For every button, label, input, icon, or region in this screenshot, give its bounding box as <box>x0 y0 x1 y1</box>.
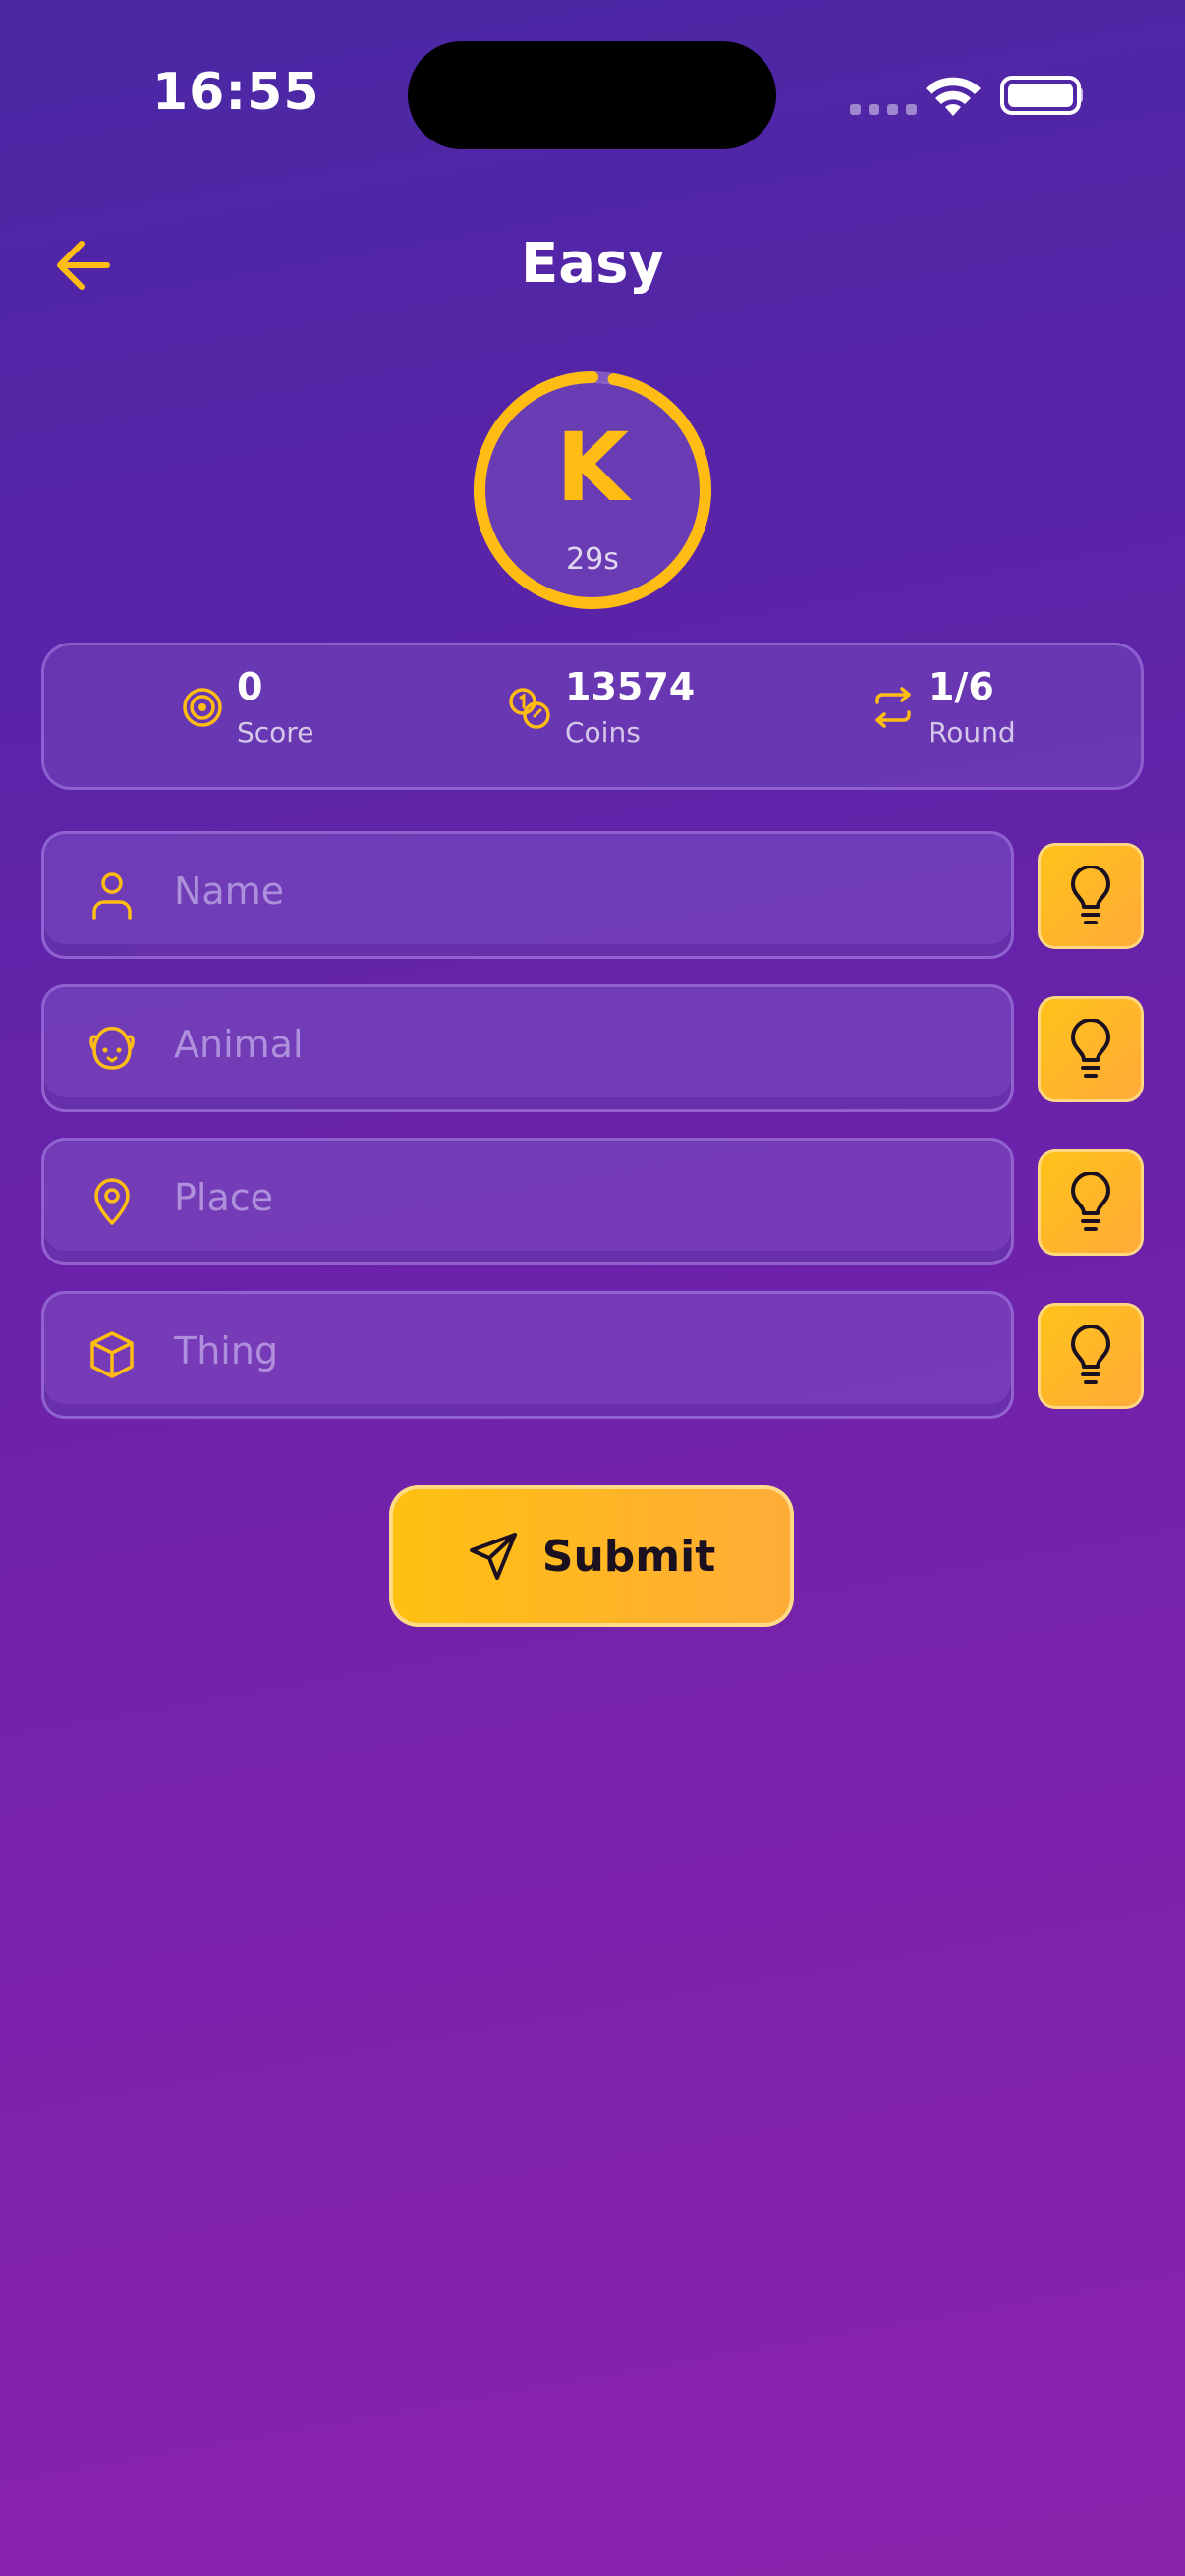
timer-seconds: 29s <box>566 542 619 577</box>
submit-button[interactable]: Submit <box>389 1485 794 1627</box>
repeat-icon <box>875 687 911 728</box>
target-icon <box>183 688 222 727</box>
page-title: Easy <box>521 232 664 296</box>
round-label: Round <box>929 715 1016 749</box>
animal-field[interactable] <box>41 984 1014 1112</box>
status-time: 16:55 <box>152 63 320 122</box>
coins-stat: 13574 Coins <box>508 665 696 749</box>
coins-icon <box>509 688 550 729</box>
box-icon <box>78 1320 146 1389</box>
score-label: Score <box>237 715 314 749</box>
coins-label: Coins <box>565 715 641 749</box>
submit-label: Submit <box>541 1531 716 1582</box>
round-stat: 1/6 Round <box>872 665 1016 749</box>
thing-hint-button[interactable] <box>1038 1303 1144 1409</box>
animal-hint-button[interactable] <box>1038 996 1144 1102</box>
animal-input[interactable] <box>172 1022 982 1067</box>
score-value: 0 <box>237 665 263 708</box>
name-field[interactable] <box>41 831 1014 959</box>
wifi-icon <box>926 77 981 116</box>
current-letter: K <box>555 413 630 523</box>
location-pin-icon <box>78 1167 146 1236</box>
battery-cap <box>1077 87 1083 103</box>
thing-field[interactable] <box>41 1291 1014 1419</box>
round-value: 1/6 <box>929 665 994 708</box>
place-field[interactable] <box>41 1138 1014 1265</box>
place-input[interactable] <box>172 1175 982 1220</box>
name-hint-button[interactable] <box>1038 843 1144 949</box>
lightbulb-icon <box>1071 1325 1110 1384</box>
battery-icon <box>1000 76 1081 115</box>
lightbulb-icon <box>1071 1019 1110 1078</box>
send-icon <box>469 1533 517 1580</box>
name-input[interactable] <box>172 868 982 914</box>
dynamic-island <box>408 41 776 149</box>
dog-face-icon <box>78 1014 146 1083</box>
lightbulb-icon <box>1071 866 1110 924</box>
stats-card: 0 Score 13574 Coins 1/6 Round <box>41 643 1144 790</box>
score-stat: 0 Score <box>182 665 314 749</box>
place-hint-button[interactable] <box>1038 1149 1144 1256</box>
cellular-signal-icon <box>850 104 917 115</box>
coins-value: 13574 <box>565 665 696 708</box>
lightbulb-icon <box>1071 1172 1110 1231</box>
person-icon <box>78 861 146 929</box>
thing-input[interactable] <box>172 1328 982 1373</box>
